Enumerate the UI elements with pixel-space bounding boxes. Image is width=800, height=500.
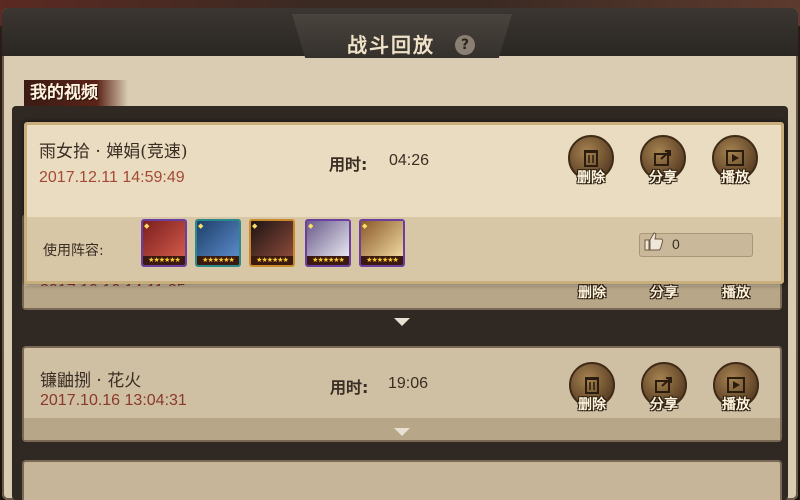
replay-date: 2017.12.11 14:59:49: [39, 169, 185, 186]
rarity-badge-icon: ◆: [252, 222, 258, 230]
delete-label: 删除: [577, 170, 605, 186]
share-label: 分享: [649, 170, 677, 186]
rarity-badge-icon: ◆: [198, 222, 204, 230]
section-title: 我的视频: [24, 80, 128, 106]
play-label: 播放: [722, 285, 750, 301]
shikigami-slot[interactable]: ◆ ★★★★★★: [359, 219, 405, 267]
play-button[interactable]: 播放: [707, 135, 763, 191]
like-counter[interactable]: 0: [639, 230, 753, 257]
duration-label: 用时:: [329, 155, 368, 174]
play-button[interactable]: 播放: [708, 362, 764, 418]
delete-button[interactable]: 删除: [563, 135, 619, 191]
star-rating: ★★★★★★: [143, 256, 185, 265]
rarity-badge-icon: ◆: [362, 222, 368, 230]
delete-label: 删除: [578, 397, 606, 413]
duration-value: 04:26: [389, 152, 430, 169]
replay-date: 2017.10.16 13:04:31: [40, 392, 187, 409]
star-rating: ★★★★★★: [251, 256, 293, 265]
share-button[interactable]: 分享: [635, 135, 691, 191]
replay-card-selected[interactable]: 雨女拾 · 婵娟(竞速) 2017.12.11 14:59:49 用时: 04:…: [24, 122, 784, 284]
replay-name: 雨女拾 · 婵娟(竞速): [39, 142, 188, 162]
delete-button[interactable]: 删除: [564, 362, 620, 418]
shikigami-slot[interactable]: ◆ ★★★★★★: [141, 219, 187, 267]
help-symbol: ?: [460, 37, 470, 53]
share-label: 分享: [650, 397, 678, 413]
replay-name: 镰鼬捌 · 花火: [40, 371, 142, 391]
game-screen: 战斗回放 ? 我的视频 2017.10.16 14:11:25 删除 分享 播放…: [0, 0, 800, 500]
play-label: 播放: [722, 397, 750, 413]
star-rating: ★★★★★★: [307, 256, 349, 265]
replay-card-partial[interactable]: [22, 460, 782, 500]
lineup-label: 使用阵容:: [43, 243, 104, 259]
shikigami-slot[interactable]: ◆ ★★★★★★: [249, 219, 295, 267]
duration-label: 用时:: [330, 378, 369, 397]
star-rating: ★★★★★★: [361, 256, 403, 265]
share-label: 分享: [650, 285, 678, 301]
rarity-badge-icon: ◆: [144, 222, 150, 230]
duration-value: 19:06: [388, 375, 429, 392]
shikigami-slot[interactable]: ◆ ★★★★★★: [195, 219, 241, 267]
rarity-badge-icon: ◆: [308, 222, 314, 230]
play-label: 播放: [721, 170, 749, 186]
delete-label: 删除: [578, 285, 606, 301]
like-count: 0: [672, 236, 680, 252]
replay-card[interactable]: 镰鼬捌 · 花火 2017.10.16 13:04:31 用时: 19:06 删…: [22, 346, 782, 442]
window-title: 战斗回放: [347, 33, 435, 57]
expand-chevron-icon[interactable]: [394, 318, 410, 326]
shikigami-slot[interactable]: ◆ ★★★★★★: [305, 219, 351, 267]
expand-chevron-icon[interactable]: [394, 428, 410, 436]
thumbs-up-icon[interactable]: [642, 230, 668, 256]
share-button[interactable]: 分享: [636, 362, 692, 418]
star-rating: ★★★★★★: [197, 256, 239, 265]
